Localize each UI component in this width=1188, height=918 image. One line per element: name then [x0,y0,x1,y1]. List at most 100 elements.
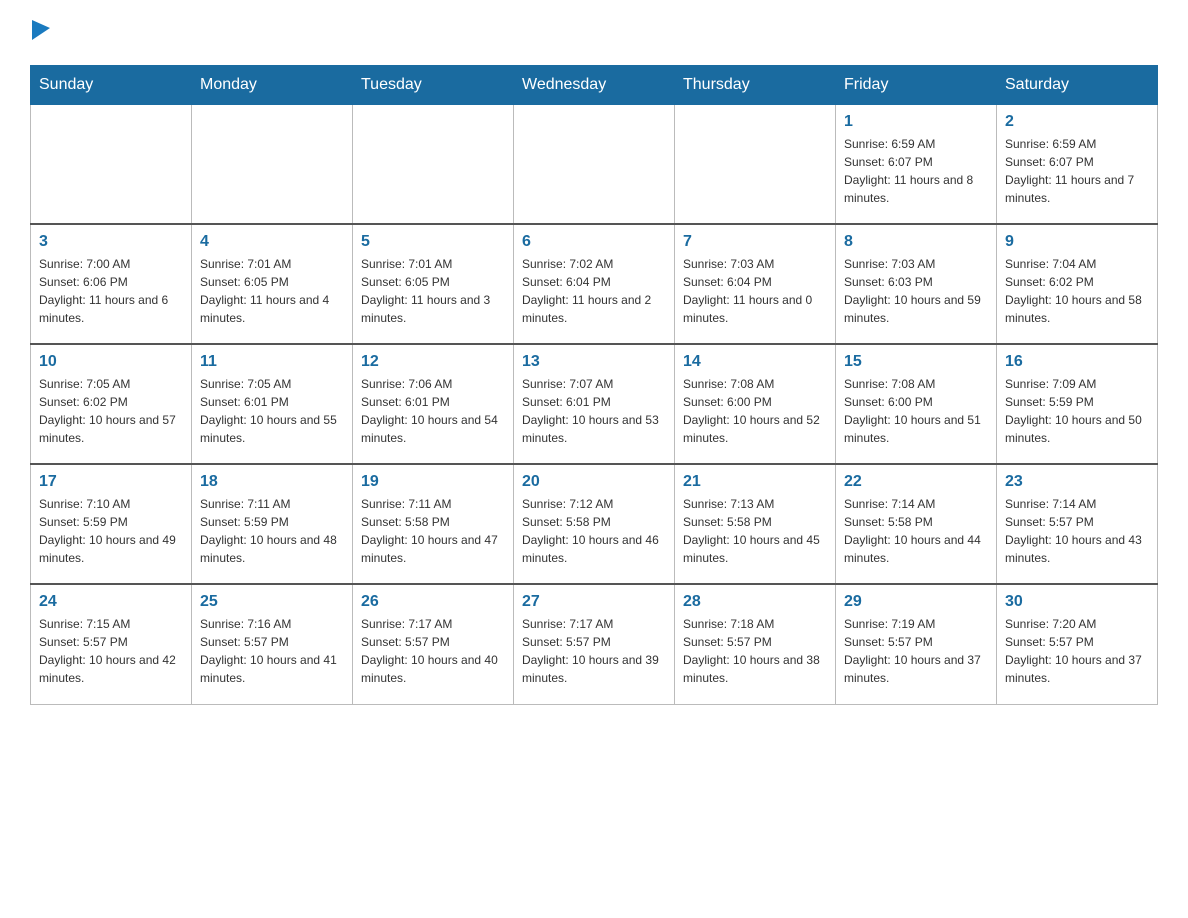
day-cell: 8 Sunrise: 7:03 AMSunset: 6:03 PMDaylight… [836,224,997,344]
day-info: Sunrise: 7:04 AMSunset: 6:02 PMDaylight:… [1005,255,1149,327]
header-wednesday: Wednesday [514,65,675,104]
day-info: Sunrise: 7:06 AMSunset: 6:01 PMDaylight:… [361,375,505,447]
day-number: 25 [200,593,344,611]
header-thursday: Thursday [675,65,836,104]
day-number: 10 [39,353,183,371]
day-cell [675,104,836,224]
page-header [30,20,1158,45]
day-cell: 24 Sunrise: 7:15 AMSunset: 5:57 PMDayligh… [31,584,192,704]
day-cell: 13 Sunrise: 7:07 AMSunset: 6:01 PMDayligh… [514,344,675,464]
day-number: 9 [1005,233,1149,251]
calendar-header-row: SundayMondayTuesdayWednesdayThursdayFrid… [31,65,1158,104]
day-cell [192,104,353,224]
day-number: 30 [1005,593,1149,611]
day-info: Sunrise: 7:19 AMSunset: 5:57 PMDaylight:… [844,615,988,687]
day-number: 13 [522,353,666,371]
day-info: Sunrise: 7:03 AMSunset: 6:04 PMDaylight:… [683,255,827,327]
day-number: 8 [844,233,988,251]
day-info: Sunrise: 7:07 AMSunset: 6:01 PMDaylight:… [522,375,666,447]
day-cell: 12 Sunrise: 7:06 AMSunset: 6:01 PMDayligh… [353,344,514,464]
day-info: Sunrise: 7:05 AMSunset: 6:01 PMDaylight:… [200,375,344,447]
day-info: Sunrise: 7:05 AMSunset: 6:02 PMDaylight:… [39,375,183,447]
day-info: Sunrise: 7:10 AMSunset: 5:59 PMDaylight:… [39,495,183,567]
day-info: Sunrise: 7:09 AMSunset: 5:59 PMDaylight:… [1005,375,1149,447]
day-info: Sunrise: 7:12 AMSunset: 5:58 PMDaylight:… [522,495,666,567]
day-info: Sunrise: 7:11 AMSunset: 5:58 PMDaylight:… [361,495,505,567]
week-row-3: 10 Sunrise: 7:05 AMSunset: 6:02 PMDayligh… [31,344,1158,464]
day-info: Sunrise: 7:16 AMSunset: 5:57 PMDaylight:… [200,615,344,687]
day-number: 26 [361,593,505,611]
day-number: 7 [683,233,827,251]
day-info: Sunrise: 7:08 AMSunset: 6:00 PMDaylight:… [844,375,988,447]
day-number: 15 [844,353,988,371]
day-number: 20 [522,473,666,491]
day-cell: 26Sunrise: 7:17 AMSunset: 5:57 PMDayligh… [353,584,514,704]
day-info: Sunrise: 7:08 AMSunset: 6:00 PMDaylight:… [683,375,827,447]
day-cell: 20 Sunrise: 7:12 AMSunset: 5:58 PMDayligh… [514,464,675,584]
header-sunday: Sunday [31,65,192,104]
day-cell: 10 Sunrise: 7:05 AMSunset: 6:02 PMDayligh… [31,344,192,464]
day-info: Sunrise: 7:14 AMSunset: 5:58 PMDaylight:… [844,495,988,567]
day-number: 23 [1005,473,1149,491]
day-cell: 17 Sunrise: 7:10 AMSunset: 5:59 PMDayligh… [31,464,192,584]
day-cell [514,104,675,224]
day-info: Sunrise: 7:02 AMSunset: 6:04 PMDaylight:… [522,255,666,327]
day-number: 4 [200,233,344,251]
week-row-2: 3 Sunrise: 7:00 AMSunset: 6:06 PMDaylight… [31,224,1158,344]
day-info: Sunrise: 7:17 AMSunset: 5:57 PMDaylight:… [522,615,666,687]
day-cell: 3 Sunrise: 7:00 AMSunset: 6:06 PMDaylight… [31,224,192,344]
week-row-5: 24 Sunrise: 7:15 AMSunset: 5:57 PMDayligh… [31,584,1158,704]
day-cell: 19Sunrise: 7:11 AMSunset: 5:58 PMDayligh… [353,464,514,584]
header-friday: Friday [836,65,997,104]
day-info: Sunrise: 7:01 AMSunset: 6:05 PMDaylight:… [361,255,505,327]
day-cell: 18 Sunrise: 7:11 AMSunset: 5:59 PMDayligh… [192,464,353,584]
day-cell: 9 Sunrise: 7:04 AMSunset: 6:02 PMDaylight… [997,224,1158,344]
week-row-4: 17 Sunrise: 7:10 AMSunset: 5:59 PMDayligh… [31,464,1158,584]
day-cell: 30 Sunrise: 7:20 AMSunset: 5:57 PMDayligh… [997,584,1158,704]
day-cell: 28 Sunrise: 7:18 AMSunset: 5:57 PMDayligh… [675,584,836,704]
day-info: Sunrise: 6:59 AMSunset: 6:07 PMDaylight:… [1005,135,1149,207]
day-info: Sunrise: 7:11 AMSunset: 5:59 PMDaylight:… [200,495,344,567]
day-cell: 11 Sunrise: 7:05 AMSunset: 6:01 PMDayligh… [192,344,353,464]
day-info: Sunrise: 7:15 AMSunset: 5:57 PMDaylight:… [39,615,183,687]
day-number: 11 [200,353,344,371]
day-cell: 5 Sunrise: 7:01 AMSunset: 6:05 PMDaylight… [353,224,514,344]
day-info: Sunrise: 6:59 AMSunset: 6:07 PMDaylight:… [844,135,988,207]
day-info: Sunrise: 7:14 AMSunset: 5:57 PMDaylight:… [1005,495,1149,567]
day-number: 18 [200,473,344,491]
day-cell [353,104,514,224]
day-cell: 22 Sunrise: 7:14 AMSunset: 5:58 PMDayligh… [836,464,997,584]
day-cell: 23 Sunrise: 7:14 AMSunset: 5:57 PMDayligh… [997,464,1158,584]
day-number: 3 [39,233,183,251]
day-number: 12 [361,353,505,371]
logo-arrow-icon [32,20,50,45]
day-number: 24 [39,593,183,611]
day-cell [31,104,192,224]
day-number: 22 [844,473,988,491]
day-cell: 16 Sunrise: 7:09 AMSunset: 5:59 PMDayligh… [997,344,1158,464]
day-cell: 27Sunrise: 7:17 AMSunset: 5:57 PMDayligh… [514,584,675,704]
header-saturday: Saturday [997,65,1158,104]
day-info: Sunrise: 7:01 AMSunset: 6:05 PMDaylight:… [200,255,344,327]
day-info: Sunrise: 7:18 AMSunset: 5:57 PMDaylight:… [683,615,827,687]
day-cell: 25 Sunrise: 7:16 AMSunset: 5:57 PMDayligh… [192,584,353,704]
day-number: 6 [522,233,666,251]
day-cell: 1Sunrise: 6:59 AMSunset: 6:07 PMDaylight… [836,104,997,224]
day-cell: 21Sunrise: 7:13 AMSunset: 5:58 PMDayligh… [675,464,836,584]
day-number: 14 [683,353,827,371]
day-number: 28 [683,593,827,611]
day-cell: 7 Sunrise: 7:03 AMSunset: 6:04 PMDaylight… [675,224,836,344]
day-number: 5 [361,233,505,251]
day-info: Sunrise: 7:00 AMSunset: 6:06 PMDaylight:… [39,255,183,327]
day-cell: 15 Sunrise: 7:08 AMSunset: 6:00 PMDayligh… [836,344,997,464]
day-info: Sunrise: 7:20 AMSunset: 5:57 PMDaylight:… [1005,615,1149,687]
day-number: 16 [1005,353,1149,371]
day-number: 17 [39,473,183,491]
day-info: Sunrise: 7:13 AMSunset: 5:58 PMDaylight:… [683,495,827,567]
day-cell: 2Sunrise: 6:59 AMSunset: 6:07 PMDaylight… [997,104,1158,224]
day-cell: 14 Sunrise: 7:08 AMSunset: 6:00 PMDayligh… [675,344,836,464]
day-info: Sunrise: 7:03 AMSunset: 6:03 PMDaylight:… [844,255,988,327]
header-monday: Monday [192,65,353,104]
calendar-table: SundayMondayTuesdayWednesdayThursdayFrid… [30,65,1158,705]
week-row-1: 1Sunrise: 6:59 AMSunset: 6:07 PMDaylight… [31,104,1158,224]
